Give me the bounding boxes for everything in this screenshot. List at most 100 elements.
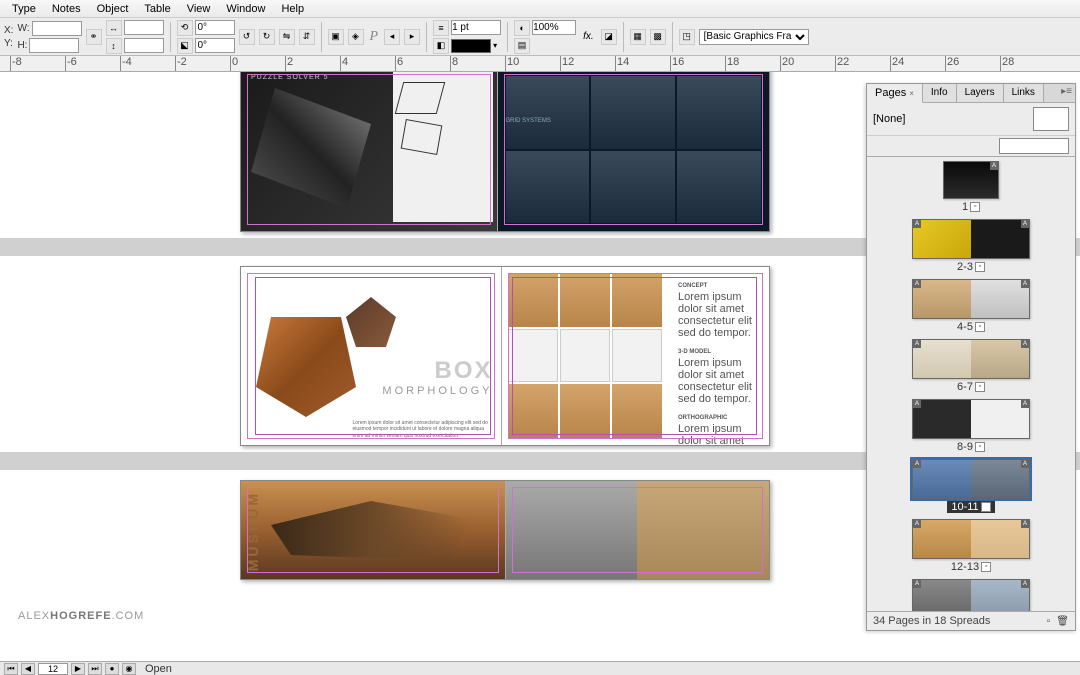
spread-options-icon[interactable]: ▫ xyxy=(970,202,980,212)
select-prev-icon[interactable]: ◂ xyxy=(384,29,400,45)
page-thumb[interactable]: A xyxy=(971,460,1029,498)
opacity-icon[interactable]: ◐ xyxy=(514,20,530,36)
stroke-style-select[interactable] xyxy=(451,39,491,53)
panel-menu-icon[interactable]: ▸≡ xyxy=(1061,86,1072,97)
tab-pages[interactable]: Pages× xyxy=(867,84,923,103)
menu-view[interactable]: View xyxy=(179,1,219,17)
spread-options-icon[interactable]: ▫ xyxy=(975,382,985,392)
page-number-input[interactable] xyxy=(38,663,68,675)
master-thumb[interactable] xyxy=(1033,107,1069,131)
errors-icon[interactable]: ◉ xyxy=(122,663,136,675)
spread-options-icon[interactable]: ▫ xyxy=(981,562,991,572)
menu-type[interactable]: Type xyxy=(4,1,44,17)
drop-shadow-icon[interactable]: ◪ xyxy=(601,29,617,45)
page-left[interactable]: MUSEUM xyxy=(241,481,506,579)
menu-table[interactable]: Table xyxy=(136,1,178,17)
page-right[interactable] xyxy=(506,481,770,579)
page-thumb-spread[interactable]: AA xyxy=(912,219,1030,259)
page-thumb[interactable]: A xyxy=(913,220,971,258)
scale-y-input[interactable] xyxy=(124,38,164,53)
tab-layers[interactable]: Layers xyxy=(957,84,1004,102)
page-thumb[interactable]: A xyxy=(913,400,971,438)
new-page-icon[interactable]: ▫ xyxy=(1047,616,1051,627)
page-thumb-spread[interactable]: A xyxy=(943,161,999,199)
preflight-icon[interactable]: ● xyxy=(105,663,119,675)
page-thumb[interactable]: A xyxy=(913,580,971,611)
page-thumb[interactable]: A xyxy=(971,520,1029,558)
opacity-input[interactable] xyxy=(532,20,576,35)
next-page-icon[interactable]: ▶ xyxy=(71,663,85,675)
page-right[interactable]: CONCEPTLorem ipsum dolor sit amet consec… xyxy=(502,267,770,445)
pages-panel[interactable]: ▸≡ Pages× Info Layers Links [None] A1▫AA… xyxy=(866,83,1076,631)
width-input[interactable] xyxy=(32,21,82,36)
master-row-2[interactable] xyxy=(867,136,1075,157)
rotate-input[interactable] xyxy=(195,20,235,35)
shear-icon[interactable]: ⬕ xyxy=(177,38,193,54)
master-spread-thumb[interactable] xyxy=(999,138,1069,154)
tab-links[interactable]: Links xyxy=(1004,84,1044,102)
corner-options-icon[interactable]: ◳ xyxy=(679,29,695,45)
page-left[interactable]: BOX MORPHOLOGY Lorem ipsum dolor sit ame… xyxy=(241,267,502,445)
text-wrap-none-icon[interactable]: ▦ xyxy=(630,29,646,45)
select-container-icon[interactable]: ▣ xyxy=(328,29,344,45)
page-thumb-spread[interactable]: AA xyxy=(912,519,1030,559)
page-thumb[interactable]: A xyxy=(913,280,971,318)
page-thumb[interactable]: A xyxy=(971,340,1029,378)
last-page-icon[interactable]: ⏭ xyxy=(88,663,102,675)
tab-info[interactable]: Info xyxy=(923,84,957,102)
master-row[interactable]: [None] xyxy=(867,103,1075,136)
page-left[interactable]: PUZZLE SOLVER 5 xyxy=(241,72,498,231)
page-thumb-row[interactable]: AA6-7▫ xyxy=(867,339,1075,393)
text-wrap-bound-icon[interactable]: ▩ xyxy=(650,29,666,45)
page-thumb[interactable]: A xyxy=(913,460,971,498)
stroke-weight-input[interactable] xyxy=(451,20,501,35)
effects-icon[interactable]: fx. xyxy=(583,31,594,42)
height-input[interactable] xyxy=(29,38,79,53)
select-content-icon[interactable]: ◈ xyxy=(348,29,364,45)
menu-window[interactable]: Window xyxy=(218,1,273,17)
rotate-icon[interactable]: ⟲ xyxy=(177,20,193,36)
spread-2[interactable]: BOX MORPHOLOGY Lorem ipsum dolor sit ame… xyxy=(240,266,770,446)
page-thumb-row[interactable]: AA12-13▫ xyxy=(867,519,1075,573)
page-thumb[interactable]: A xyxy=(971,280,1029,318)
page-thumb-spread[interactable]: AA xyxy=(912,279,1030,319)
menu-object[interactable]: Object xyxy=(89,1,137,17)
rotate-ccw-icon[interactable]: ↺ xyxy=(239,29,255,45)
spread-options-icon[interactable]: ▫ xyxy=(975,442,985,452)
object-style-select[interactable]: [Basic Graphics Frame] xyxy=(699,29,809,45)
spread-3[interactable]: MUSEUM xyxy=(240,480,770,580)
page-thumb-spread[interactable]: AA xyxy=(912,339,1030,379)
page-thumb-row[interactable]: AA4-5▫ xyxy=(867,279,1075,333)
link-wh-icon[interactable]: ⚭ xyxy=(86,29,102,45)
spread-options-icon[interactable]: ▫ xyxy=(975,262,985,272)
page-thumb[interactable]: A xyxy=(913,520,971,558)
page-thumb[interactable]: A xyxy=(971,400,1029,438)
flip-v-icon[interactable]: ⇵ xyxy=(299,29,315,45)
page-thumb-row[interactable]: AA14-15▫ xyxy=(867,579,1075,611)
fill-icon[interactable]: ◧ xyxy=(433,38,449,54)
rotate-cw-icon[interactable]: ↻ xyxy=(259,29,275,45)
spread-options-icon[interactable]: ▫ xyxy=(975,322,985,332)
paragraph-style-icon[interactable]: P xyxy=(370,29,379,45)
horizontal-ruler[interactable]: -8-6-4-20246810121416182022242628 xyxy=(0,56,1080,72)
menu-notes[interactable]: Notes xyxy=(44,1,89,17)
page-thumb-spread[interactable]: AA xyxy=(912,459,1030,499)
spread-1[interactable]: PUZZLE SOLVER 5 GRID SYSTEMS xyxy=(240,72,770,232)
first-page-icon[interactable]: ⏮ xyxy=(4,663,18,675)
page-thumb[interactable]: A xyxy=(944,162,998,198)
page-thumb-row[interactable]: A1▫ xyxy=(867,161,1075,213)
page-thumb-spread[interactable]: AA xyxy=(912,579,1030,611)
page-thumb-row[interactable]: AA2-3▫ xyxy=(867,219,1075,273)
scale-y-icon[interactable]: ↕ xyxy=(106,38,122,54)
shear-input[interactable] xyxy=(195,38,235,53)
blend-icon[interactable]: ▤ xyxy=(514,38,530,54)
page-right[interactable]: GRID SYSTEMS xyxy=(498,72,770,231)
page-thumb-row[interactable]: AA8-9▫ xyxy=(867,399,1075,453)
page-thumb[interactable]: A xyxy=(971,220,1029,258)
page-thumb[interactable]: A xyxy=(971,580,1029,611)
page-thumbnails[interactable]: A1▫AA2-3▫AA4-5▫AA6-7▫AA8-9▫AA10-11▫AA12-… xyxy=(867,157,1075,611)
menu-help[interactable]: Help xyxy=(273,1,312,17)
page-thumb-spread[interactable]: AA xyxy=(912,399,1030,439)
scale-x-icon[interactable]: ↔ xyxy=(106,20,122,36)
page-thumb[interactable]: A xyxy=(913,340,971,378)
